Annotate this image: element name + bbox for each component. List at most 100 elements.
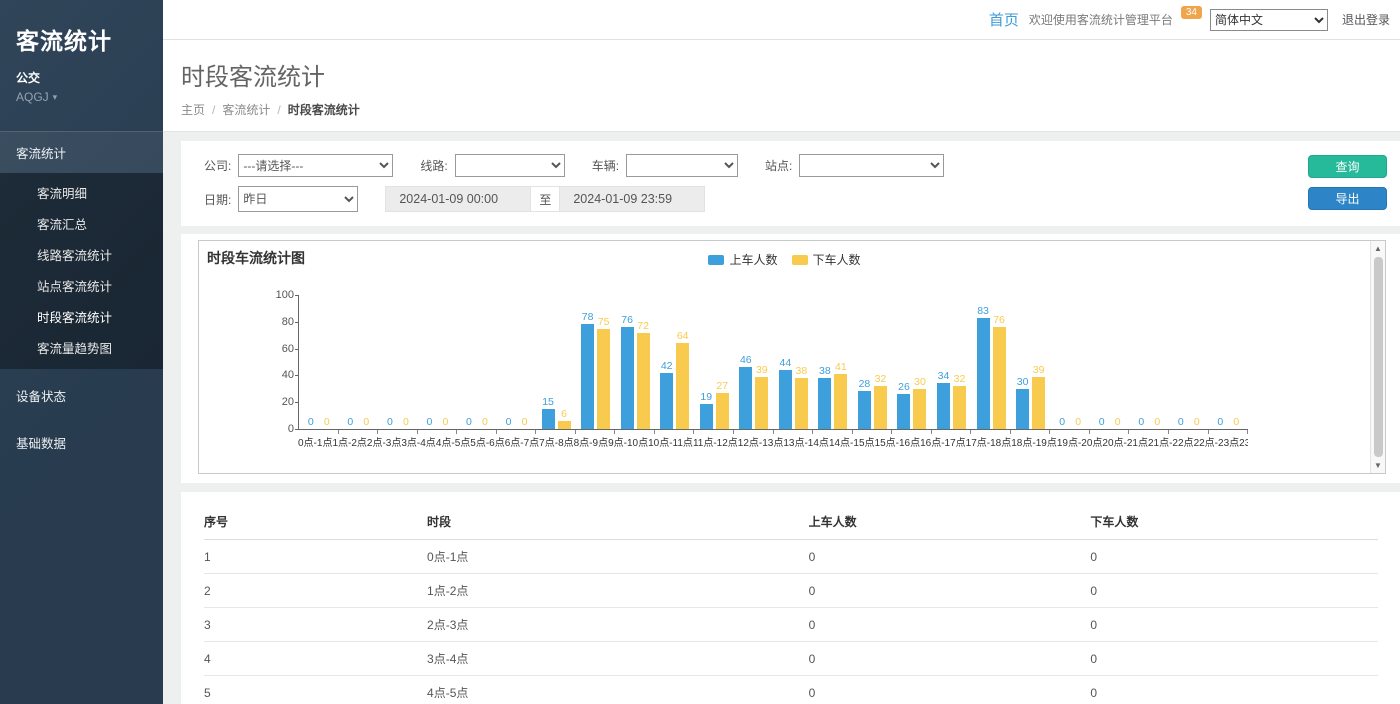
bar-value-label: 26 <box>898 381 910 393</box>
bar[interactable] <box>739 367 752 429</box>
x-axis-label: 6点-7点 <box>505 434 539 449</box>
page-title: 时段客流统计 <box>181 57 1400 92</box>
bar-column: 0 <box>399 416 412 429</box>
line-select[interactable] <box>455 154 565 177</box>
filter-panel: 公司: ---请选择--- 线路: 车辆: 站点: <box>181 141 1400 226</box>
scrollbar-down-icon[interactable]: ▼ <box>1374 458 1382 473</box>
sidebar-subitem[interactable]: 客流汇总 <box>0 208 163 239</box>
bar-value-label: 32 <box>954 373 966 385</box>
bar[interactable] <box>621 327 634 429</box>
x-axis-label: 23点-24点 <box>1239 434 1248 449</box>
bar[interactable] <box>977 318 990 429</box>
sidebar-item[interactable]: 设备状态 <box>0 375 163 416</box>
sidebar-subitem[interactable]: 时段客流统计 <box>0 301 163 332</box>
sidebar-item[interactable]: 基础数据 <box>0 422 163 463</box>
bar[interactable] <box>581 324 594 429</box>
date-preset-select[interactable]: 昨日 <box>238 186 358 212</box>
date-label: 日期: <box>204 191 231 208</box>
legend-item[interactable]: 上车人数 <box>708 251 777 268</box>
bar-column: 28 <box>858 378 871 429</box>
company-select[interactable]: ---请选择--- <box>238 154 393 177</box>
table-row: 10点-1点00 <box>204 540 1378 574</box>
scrollbar-thumb[interactable] <box>1374 257 1383 457</box>
bar-column: 6 <box>558 408 571 429</box>
stats-table: 序号时段上车人数下车人数 10点-1点0021点-2点0032点-3点0043点… <box>204 504 1378 704</box>
bar[interactable] <box>913 389 926 429</box>
bar-column: 0 <box>304 416 317 429</box>
chart-x-axis-labels: 0点-1点1点-2点2点-3点3点-4点4点-5点5点-6点6点-7点7点-8点… <box>298 434 1248 449</box>
bar[interactable] <box>1032 377 1045 429</box>
bar-column: 38 <box>818 365 831 429</box>
table-cell: 0 <box>1090 574 1378 608</box>
bar-value-label: 15 <box>542 396 554 408</box>
bar[interactable] <box>874 386 887 429</box>
legend-label: 下车人数 <box>813 251 861 268</box>
date-from-input[interactable] <box>385 186 531 212</box>
bar[interactable] <box>558 421 571 429</box>
sidebar-item-passenger-stats[interactable]: 客流统计 <box>0 131 163 173</box>
bar-value-label: 0 <box>308 416 314 428</box>
bar[interactable] <box>700 404 713 429</box>
sidebar-subitem[interactable]: 线路客流统计 <box>0 239 163 270</box>
home-link[interactable]: 首页 <box>989 9 1019 30</box>
table-row: 21点-2点00 <box>204 574 1378 608</box>
bar-column: 0 <box>383 416 396 429</box>
bar-value-label: 39 <box>756 364 768 376</box>
bar-value-label: 27 <box>716 380 728 392</box>
bar-column: 0 <box>1214 416 1227 429</box>
bar-value-label: 0 <box>347 416 353 428</box>
bar[interactable] <box>795 378 808 429</box>
bar-column: 75 <box>597 316 610 430</box>
bar[interactable] <box>953 386 966 429</box>
bar-column: 39 <box>755 364 768 429</box>
table-cell: 1点-2点 <box>427 574 809 608</box>
bar-group: 00 <box>457 295 497 429</box>
station-select[interactable] <box>799 154 944 177</box>
table-cell: 0 <box>809 574 1091 608</box>
bar[interactable] <box>542 409 555 429</box>
query-button[interactable]: 查询 <box>1308 155 1387 178</box>
bar-group: 8376 <box>971 295 1011 429</box>
export-button[interactable]: 导出 <box>1308 187 1387 210</box>
sidebar-other-items: 设备状态基础数据 <box>0 375 163 463</box>
bar-column: 0 <box>1174 416 1187 429</box>
bar-column: 19 <box>700 391 713 429</box>
table-cell: 3 <box>204 608 427 642</box>
bar[interactable] <box>834 374 847 429</box>
bar[interactable] <box>716 393 729 429</box>
scrollbar-up-icon[interactable]: ▲ <box>1374 241 1382 256</box>
bar[interactable] <box>818 378 831 429</box>
breadcrumb-item[interactable]: 主页 <box>181 103 205 117</box>
sidebar-subitem[interactable]: 客流量趋势图 <box>0 332 163 363</box>
bar-value-label: 76 <box>993 314 1005 326</box>
vehicle-select[interactable] <box>626 154 738 177</box>
date-to-input[interactable] <box>559 186 705 212</box>
breadcrumb-item[interactable]: 客流统计 <box>222 103 270 117</box>
table-header-cell: 序号 <box>204 504 427 540</box>
bar[interactable] <box>676 343 689 429</box>
bar[interactable] <box>993 327 1006 429</box>
x-axis-label: 8点-9点 <box>574 434 608 449</box>
sidebar-subitem[interactable]: 客流明细 <box>0 177 163 208</box>
bar-group: 3039 <box>1011 295 1051 429</box>
chart-vertical-scrollbar[interactable]: ▲ ▼ <box>1370 241 1385 473</box>
bar[interactable] <box>1016 389 1029 429</box>
bar[interactable] <box>755 377 768 429</box>
table-header-cell: 下车人数 <box>1090 504 1378 540</box>
bar-value-label: 30 <box>914 376 926 388</box>
language-select[interactable]: 简体中文 <box>1210 9 1328 31</box>
bar[interactable] <box>937 383 950 429</box>
bar[interactable] <box>597 329 610 430</box>
bar-column: 39 <box>1032 364 1045 429</box>
bar[interactable] <box>897 394 910 429</box>
bar[interactable] <box>779 370 792 429</box>
logout-link[interactable]: 退出登录 <box>1342 11 1390 28</box>
bar[interactable] <box>858 391 871 429</box>
sidebar-subitem[interactable]: 站点客流统计 <box>0 270 163 301</box>
bar[interactable] <box>637 333 650 429</box>
bar-column: 44 <box>779 357 792 429</box>
bar[interactable] <box>660 373 673 429</box>
legend-item[interactable]: 下车人数 <box>792 251 861 268</box>
x-axis-label: 21点-22点 <box>1148 434 1194 449</box>
profile-user-dropdown[interactable]: AQGJ ▾ <box>16 90 147 104</box>
